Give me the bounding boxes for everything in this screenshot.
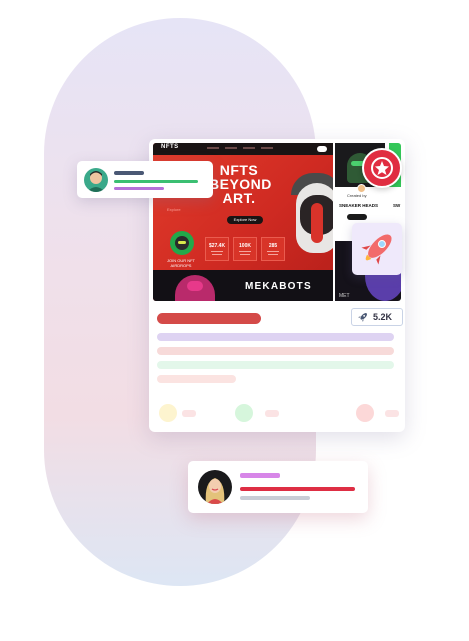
preview-nav-button	[317, 146, 327, 152]
rocket-icon	[358, 313, 367, 322]
user-name-placeholder	[114, 171, 144, 175]
preview-mascot-avatar	[170, 231, 194, 255]
preview-side-bottom-text: MET	[339, 293, 350, 299]
likes-count: 5.2K	[373, 312, 393, 322]
avatar[interactable]	[84, 168, 108, 192]
user-detail-placeholder	[114, 180, 198, 183]
star-icon[interactable]	[362, 148, 402, 188]
rocket-icon	[361, 234, 392, 265]
user-card-bottom[interactable]	[188, 461, 368, 513]
preview-side-button	[347, 214, 367, 220]
preview-explore-label: Explore	[167, 207, 181, 212]
reaction-dot-green[interactable]	[235, 404, 253, 422]
reaction-count-placeholder	[385, 410, 399, 417]
reaction-dot-red[interactable]	[356, 404, 374, 422]
user-detail-placeholder	[240, 487, 355, 491]
preview-hero-button: Explore Now	[227, 216, 263, 224]
preview-join-text: JOIN OUR NFT AIRDROPS	[167, 258, 195, 268]
preview-nav-link	[243, 147, 255, 149]
preview-nav-link	[207, 147, 219, 149]
likes-button[interactable]: 5.2K	[351, 308, 403, 326]
preview-created-by: Created by	[347, 193, 367, 198]
preview-nav-bar: NFTS	[153, 143, 333, 155]
preview-collection-name: MEKABOTS	[245, 281, 312, 292]
user-detail-placeholder	[240, 496, 310, 500]
preview-stat: 100K	[233, 237, 257, 261]
reaction-count-placeholder	[182, 410, 196, 417]
user-name-placeholder	[240, 473, 280, 478]
text-line-placeholder	[157, 375, 236, 383]
preview-logo: NFTS	[161, 144, 179, 150]
preview-side-title: SNEAKER HEADS	[339, 203, 379, 208]
reaction-count-placeholder	[265, 410, 279, 417]
preview-nav-link	[261, 147, 273, 149]
preview-stat: $27.4K	[205, 237, 229, 261]
avatar[interactable]	[198, 470, 232, 504]
preview-stat: 285	[261, 237, 285, 261]
user-detail-placeholder	[114, 187, 164, 190]
preview-hero-title: NFTS BEYOND ART.	[209, 162, 272, 206]
preview-nav-link	[225, 147, 237, 149]
user-card-top[interactable]	[77, 161, 213, 198]
reaction-dot-yellow[interactable]	[159, 404, 177, 422]
rocket-sticker	[352, 223, 402, 275]
text-line-placeholder	[157, 333, 394, 341]
text-line-placeholder	[157, 361, 394, 369]
preview-side-title-cut: SW	[393, 203, 401, 208]
text-line-placeholder	[157, 347, 394, 355]
post-title-placeholder	[157, 313, 261, 324]
